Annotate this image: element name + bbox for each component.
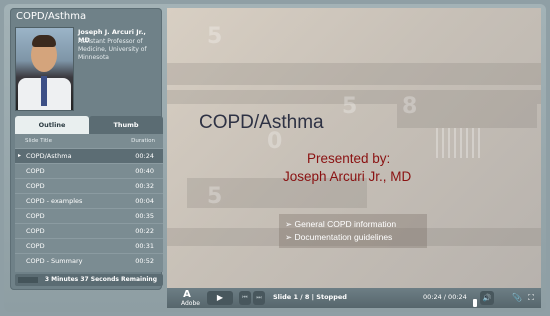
course-title: COPD/Asthma [16, 11, 87, 22]
next-slide-button[interactable]: ⏭ [253, 291, 265, 305]
playback-controls: A Adobe ▶ ⏮ ⏭ Slide 1 / 8 | Stopped 00:24… [167, 288, 541, 308]
row-title: COPD [26, 242, 45, 250]
svg-text:5: 5 [207, 184, 222, 209]
progress-thumb[interactable] [473, 299, 477, 307]
slide-presenter-name: Joseph Arcuri Jr., MD [283, 169, 412, 184]
sidebar: COPD/Asthma Joseph J. Arcuri Jr., MD Ass… [10, 8, 163, 290]
adobe-logo: A Adobe [181, 289, 200, 307]
outline-row[interactable]: COPD - Summary 00:52 [15, 253, 163, 269]
remaining-track [18, 277, 38, 283]
tab-bar: Outline Thumb [15, 116, 163, 134]
attachments-button[interactable]: 📎 [511, 291, 523, 305]
row-title: COPD [26, 167, 45, 175]
row-duration: 00:31 [135, 242, 154, 250]
svg-text:8: 8 [402, 94, 417, 119]
row-duration: 00:04 [135, 197, 154, 205]
previous-slide-button[interactable]: ⏮ [239, 291, 251, 305]
previous-icon: ⏮ [242, 294, 248, 301]
row-title: COPD [26, 212, 45, 220]
slide-title: COPD/Asthma [199, 112, 324, 133]
column-duration: Duration [131, 138, 155, 144]
row-duration: 00:40 [135, 167, 154, 175]
remaining-text: 3 Minutes 37 Seconds Remaining [44, 276, 157, 283]
outline-row[interactable]: COPD 00:32 [15, 178, 163, 194]
outline-row[interactable]: COPD - examples 00:04 [15, 193, 163, 209]
row-duration: 00:35 [135, 212, 154, 220]
row-duration: 00:22 [135, 227, 154, 235]
tab-outline[interactable]: Outline [15, 116, 89, 134]
svg-text:5: 5 [342, 94, 357, 119]
paperclip-icon: 📎 [512, 293, 522, 302]
row-title: COPD [26, 182, 45, 190]
speaker-icon: 🔊 [482, 294, 492, 302]
outline-list: Slide Title Duration ▸ COPD/Asthma 00:24… [15, 134, 163, 272]
presenter-photo [15, 27, 74, 111]
play-icon: ▶ [216, 293, 224, 302]
time-readout: 00:24 / 00:24 [423, 293, 467, 301]
svg-text:5: 5 [207, 24, 222, 49]
presenter-role: Assistant Professor of Medicine, Univers… [78, 38, 147, 61]
row-title: COPD [26, 227, 45, 235]
volume-button[interactable]: 🔊 [480, 291, 494, 305]
slide-bullet: ➢ General COPD information [285, 219, 397, 229]
row-title: COPD - examples [26, 197, 83, 205]
outline-header: Slide Title Duration [15, 134, 163, 148]
outline-row[interactable]: COPD 00:31 [15, 238, 163, 254]
fullscreen-button[interactable]: ⛶ [525, 291, 537, 305]
row-duration: 00:24 [135, 152, 154, 160]
play-button[interactable]: ▶ [207, 291, 233, 305]
photo-tie [41, 76, 47, 106]
slide-presented-by: Presented by: [307, 151, 391, 166]
outline-row[interactable]: COPD 00:35 [15, 208, 163, 224]
row-duration: 00:52 [135, 257, 154, 265]
outline-row[interactable]: COPD 00:40 [15, 163, 163, 179]
row-title: COPD/Asthma [26, 152, 72, 160]
row-title: COPD - Summary [26, 257, 83, 265]
slide-bullets: ➢ General COPD information ➢ Documentati… [279, 214, 427, 248]
outline-row[interactable]: COPD 00:22 [15, 223, 163, 239]
column-slide-title: Slide Title [25, 138, 52, 144]
slide-status: Slide 1 / 8 | Stopped [273, 293, 347, 301]
play-indicator-icon: ▸ [18, 152, 22, 159]
slide-view: 5 5 8 0 5 COPD/Asthma Presented by: Jose… [167, 8, 541, 288]
row-duration: 00:32 [135, 182, 154, 190]
next-icon: ⏭ [256, 294, 262, 301]
fullscreen-icon: ⛶ [528, 293, 534, 302]
photo-hair [32, 35, 56, 47]
slide-bullet: ➢ Documentation guidelines [285, 232, 393, 242]
remaining-time-bar: 3 Minutes 37 Seconds Remaining [15, 274, 163, 286]
outline-row[interactable]: ▸ COPD/Asthma 00:24 [15, 148, 163, 164]
tab-thumb[interactable]: Thumb [89, 116, 163, 134]
